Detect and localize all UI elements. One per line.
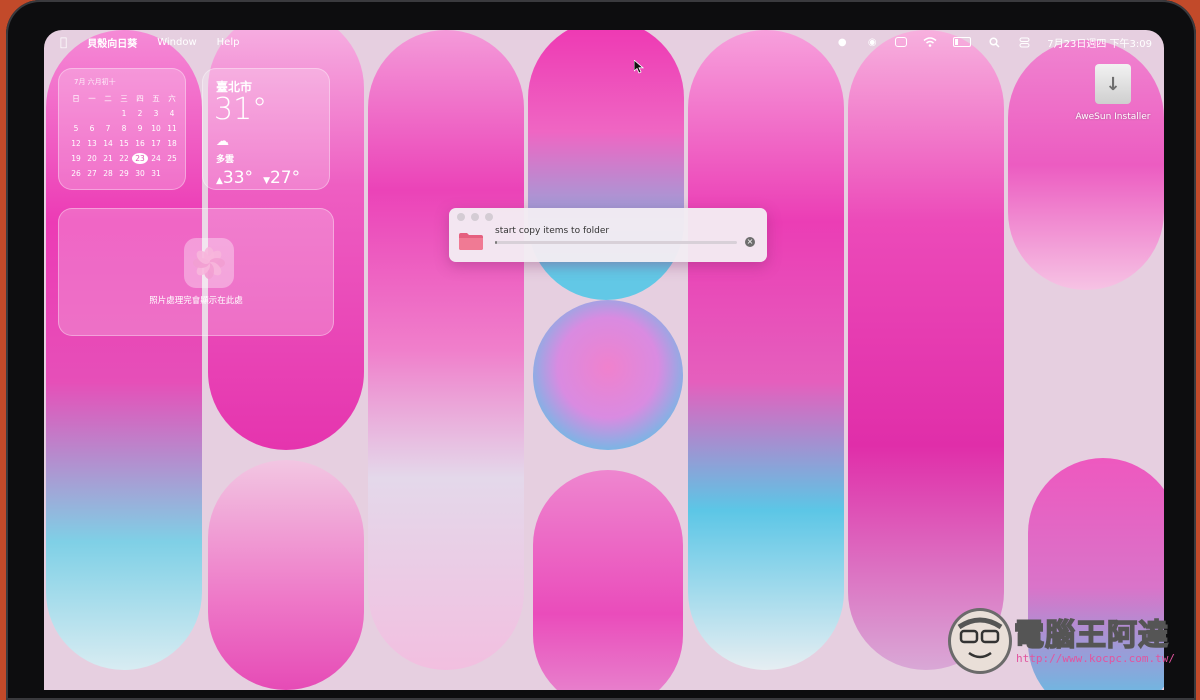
copy-progress-bar [495, 241, 737, 244]
wallpaper-shape [368, 30, 524, 670]
calendar-day: 25 [167, 154, 177, 163]
calendar-day: 30 [135, 169, 145, 178]
weather-condition: 多雲 [216, 155, 235, 165]
calendar-day: 18 [167, 139, 177, 148]
download-arrow-icon: ↓ [1095, 64, 1131, 104]
calendar-day: 6 [89, 124, 95, 133]
calendar-day: 23 [132, 153, 148, 164]
apple-menu-icon[interactable]:  [60, 35, 67, 49]
site-watermark: 電腦王阿達 http://www.kocpc.com.tw/ [948, 604, 1198, 674]
calendar-day: 22 [119, 154, 129, 163]
watermark-title: 電腦王阿達 [1013, 617, 1169, 654]
wallpaper-shape [848, 30, 1004, 670]
copy-progress-fill [495, 241, 498, 244]
weekday-label: 四 [136, 94, 144, 103]
calendar-day: 16 [135, 139, 145, 148]
wallpaper-shape [208, 460, 364, 690]
window-controls [457, 213, 493, 221]
calendar-day: 5 [73, 124, 79, 133]
calendar-day: 1 [121, 109, 127, 118]
weekday-label: 五 [152, 94, 160, 103]
menu-bar:  貝殼向日葵 Window Help ● ◉ 7月23日週四 [44, 30, 1164, 54]
wifi-icon[interactable] [923, 36, 937, 48]
calendar-day: 7 [105, 124, 111, 133]
status-app-icon[interactable]: ● [835, 36, 849, 48]
calendar-day: 3 [153, 109, 159, 118]
input-method-icon[interactable] [895, 37, 908, 47]
awesun-installer-desktop-icon[interactable]: ↓ AweSun Installer [1068, 64, 1158, 122]
control-center-icon[interactable] [1017, 36, 1031, 48]
mouse-cursor-icon [634, 60, 644, 74]
weather-high: ▲33° [216, 168, 254, 188]
wallpaper-shape [533, 470, 683, 690]
stop-copy-button[interactable]: × [745, 237, 755, 247]
calendar-day: 26 [71, 169, 81, 178]
calendar-day: 2 [137, 109, 143, 118]
photos-widget[interactable]: 照片處理完會顯示在此處 [58, 208, 334, 336]
calendar-day: 15 [119, 139, 129, 148]
weather-low: ▼27° [263, 168, 301, 188]
calendar-day: 10 [151, 124, 161, 133]
calendar-day: 20 [87, 154, 97, 163]
calendar-grid: 日 一 二 三 四 五 六 1 2 3 4 5 6 7 8 9 10 11 12 13 14 15 16 17 1… [58, 87, 186, 179]
app-menu[interactable]: 貝殼向日葵 [87, 35, 137, 50]
thermometer-down-icon: ▼ [263, 176, 270, 186]
calendar-day: 12 [71, 139, 81, 148]
weekday-label: 一 [88, 94, 96, 103]
weekday-label: 日 [72, 94, 80, 103]
status-app-icon[interactable]: ◉ [865, 36, 879, 48]
calendar-day [164, 168, 180, 179]
zoom-window-button[interactable] [485, 213, 493, 221]
search-icon[interactable] [987, 36, 1001, 48]
weekday-label: 六 [168, 94, 176, 103]
weekday-label: 二 [104, 94, 112, 103]
desktop-icon-label: AweSun Installer [1075, 112, 1151, 122]
calendar-day [84, 108, 100, 119]
calendar-day: 9 [137, 124, 143, 133]
weather-temperature: 31° [214, 92, 268, 127]
mascot-logo-icon [948, 608, 1012, 674]
calendar-day: 29 [119, 169, 129, 178]
watermark-url: http://www.kocpc.com.tw/ [1016, 652, 1175, 665]
copy-progress-dialog[interactable]: start copy items to folder × [449, 208, 767, 262]
weather-widget[interactable]: 臺北市 31° ☁ 多雲 ▲33° ▼27° [202, 68, 330, 190]
cloud-icon: ☁ [216, 134, 229, 149]
weekday-label: 三 [120, 94, 128, 103]
minimize-window-button[interactable] [471, 213, 479, 221]
calendar-day: 4 [169, 109, 175, 118]
thermometer-up-icon: ▲ [216, 176, 223, 186]
calendar-day: 19 [71, 154, 81, 163]
weather-high-low: ▲33° ▼27° [216, 168, 300, 188]
calendar-day: 31 [151, 169, 161, 178]
window-menu[interactable]: Window [157, 37, 196, 48]
calendar-day: 11 [167, 124, 177, 133]
calendar-widget[interactable]: 7月 六月初十 日 一 二 三 四 五 六 1 2 3 4 5 6 7 8 9 10 11 12 13 1… [58, 68, 186, 190]
desktop-screen:  貝殼向日葵 Window Help ● ◉ 7月23日週四 [44, 30, 1164, 690]
calendar-day [68, 108, 84, 119]
wallpaper-shape [688, 30, 844, 670]
calendar-day: 13 [87, 139, 97, 148]
calendar-day: 27 [87, 169, 97, 178]
calendar-day: 14 [103, 139, 113, 148]
menu-bar-clock[interactable]: 7月23日週四 下午3:09 [1047, 35, 1152, 50]
wallpaper-shape [533, 300, 683, 450]
folder-icon [459, 233, 483, 250]
photos-widget-text: 照片處理完會顯示在此處 [149, 296, 243, 306]
help-menu[interactable]: Help [217, 37, 240, 48]
calendar-day: 8 [121, 124, 127, 133]
calendar-day: 28 [103, 169, 113, 178]
calendar-day: 24 [151, 154, 161, 163]
calendar-day: 17 [151, 139, 161, 148]
close-window-button[interactable] [457, 213, 465, 221]
calendar-day [100, 108, 116, 119]
battery-icon[interactable] [953, 37, 972, 47]
copy-status-text: start copy items to folder [495, 226, 610, 236]
calendar-day: 21 [103, 154, 113, 163]
photos-app-icon [184, 238, 234, 288]
calendar-header: 7月 六月初十 [74, 78, 116, 86]
laptop-bezel:  貝殼向日葵 Window Help ● ◉ 7月23日週四 [6, 0, 1196, 700]
